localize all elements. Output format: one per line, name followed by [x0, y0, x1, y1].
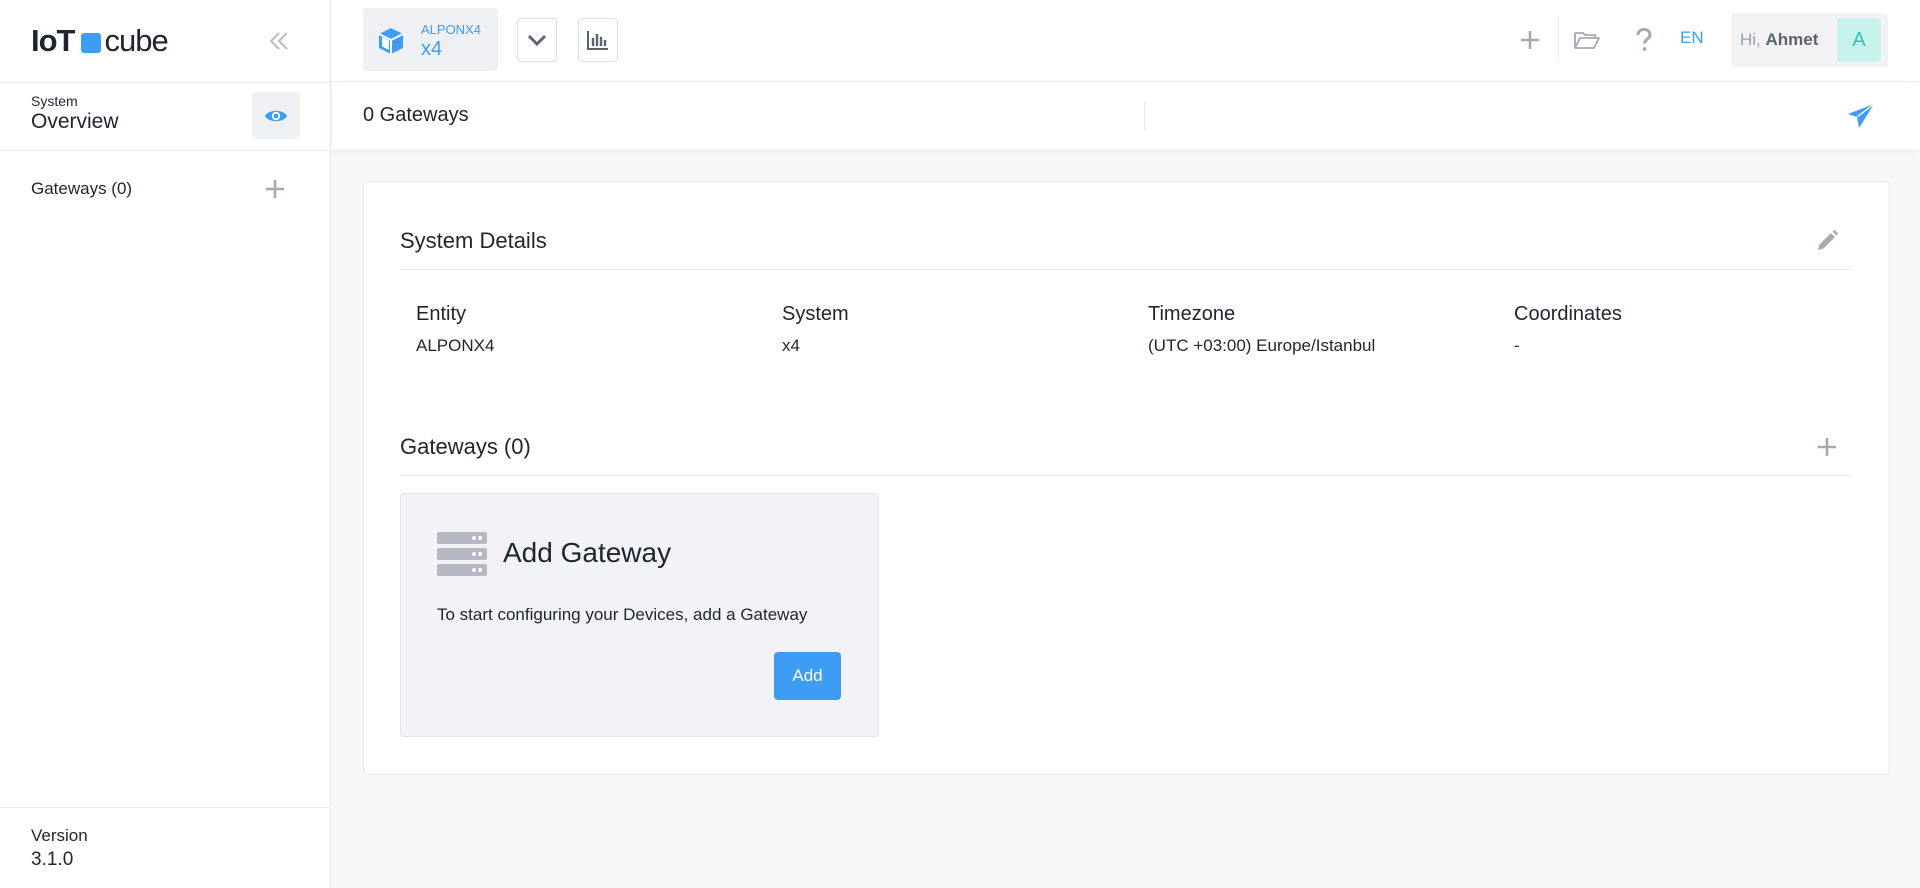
system-entity-label: ALPONX4	[421, 22, 481, 37]
system-overview-title[interactable]: Overview	[31, 110, 119, 134]
version-label: Version	[31, 826, 88, 845]
sidebar-item-gateways[interactable]: Gateways (0)	[31, 179, 132, 199]
sidebar-divider	[0, 82, 331, 83]
brand-logo-part1: IoT	[31, 23, 75, 58]
brand-logo-part2: cube	[104, 23, 169, 58]
system-value: x4	[782, 336, 800, 355]
sidebar-divider	[0, 807, 331, 808]
open-folder-button[interactable]	[1569, 22, 1605, 58]
gateways-section-title: Gateways (0)	[400, 434, 531, 459]
add-gateway-title: Add Gateway	[503, 537, 672, 568]
add-gateway-sidebar-button[interactable]	[262, 176, 288, 202]
sidebar-divider	[0, 150, 331, 151]
brand-logo-square	[80, 33, 101, 53]
statistics-button[interactable]	[578, 18, 618, 62]
system-name: x4	[421, 38, 443, 60]
send-icon	[1848, 103, 1875, 128]
eye-icon	[265, 110, 287, 121]
bar-chart-icon	[587, 31, 608, 50]
system-dropdown-button[interactable]	[517, 18, 557, 62]
sidebar: IoT cube System Overview Gateways (0) Ve…	[0, 0, 331, 888]
timezone-value: (UTC +03:00) Europe/Istanbul	[1148, 336, 1376, 355]
timezone-label: Timezone	[1148, 303, 1236, 325]
cube-icon	[378, 28, 404, 54]
plus-icon	[266, 180, 284, 198]
plus-icon	[1521, 31, 1539, 49]
system-details-title: System Details	[400, 228, 547, 253]
entity-label: Entity	[416, 303, 467, 325]
add-gateway-description: To start configuring your Devices, add a…	[437, 605, 808, 624]
pencil-icon	[1818, 229, 1839, 250]
section-divider	[400, 475, 1851, 476]
coordinates-value: -	[1514, 336, 1520, 355]
send-button[interactable]	[1843, 98, 1879, 134]
section-divider	[400, 269, 1851, 270]
user-name: Ahmet	[1765, 30, 1819, 49]
user-menu[interactable]: Hi, Ahmet A	[1731, 13, 1888, 67]
avatar: A	[1837, 18, 1881, 62]
system-label: System	[782, 303, 849, 325]
system-selector[interactable]: ALPONX4 x4	[363, 8, 498, 71]
add-button[interactable]: Add	[774, 652, 841, 700]
subheader-divider	[1144, 102, 1145, 130]
server-icon	[437, 532, 487, 576]
question-icon	[1636, 28, 1652, 51]
gateways-count-title: 0 Gateways	[363, 104, 469, 126]
folder-open-icon	[1574, 32, 1600, 49]
view-overview-button[interactable]	[252, 92, 300, 139]
entity-value: ALPONX4	[416, 336, 495, 355]
plus-icon	[1818, 438, 1836, 456]
collapse-sidebar-button[interactable]	[264, 26, 294, 56]
chevron-down-icon	[528, 35, 546, 46]
language-selector[interactable]: EN	[1680, 28, 1704, 48]
sub-header	[332, 82, 1920, 149]
system-label: System	[31, 93, 78, 109]
user-greeting: Hi, Ahmet	[1740, 30, 1818, 50]
toolbar-divider	[1558, 16, 1559, 62]
double-chevron-left-icon	[269, 32, 288, 50]
brand-logo[interactable]: IoT cube	[31, 23, 169, 58]
coordinates-label: Coordinates	[1514, 303, 1622, 325]
help-button[interactable]	[1626, 22, 1662, 58]
version-value: 3.1.0	[31, 849, 74, 870]
add-gateway-button[interactable]	[1812, 432, 1842, 462]
add-button[interactable]	[1512, 22, 1548, 58]
edit-system-button[interactable]	[1812, 226, 1842, 256]
greeting-text: Hi,	[1740, 30, 1761, 49]
